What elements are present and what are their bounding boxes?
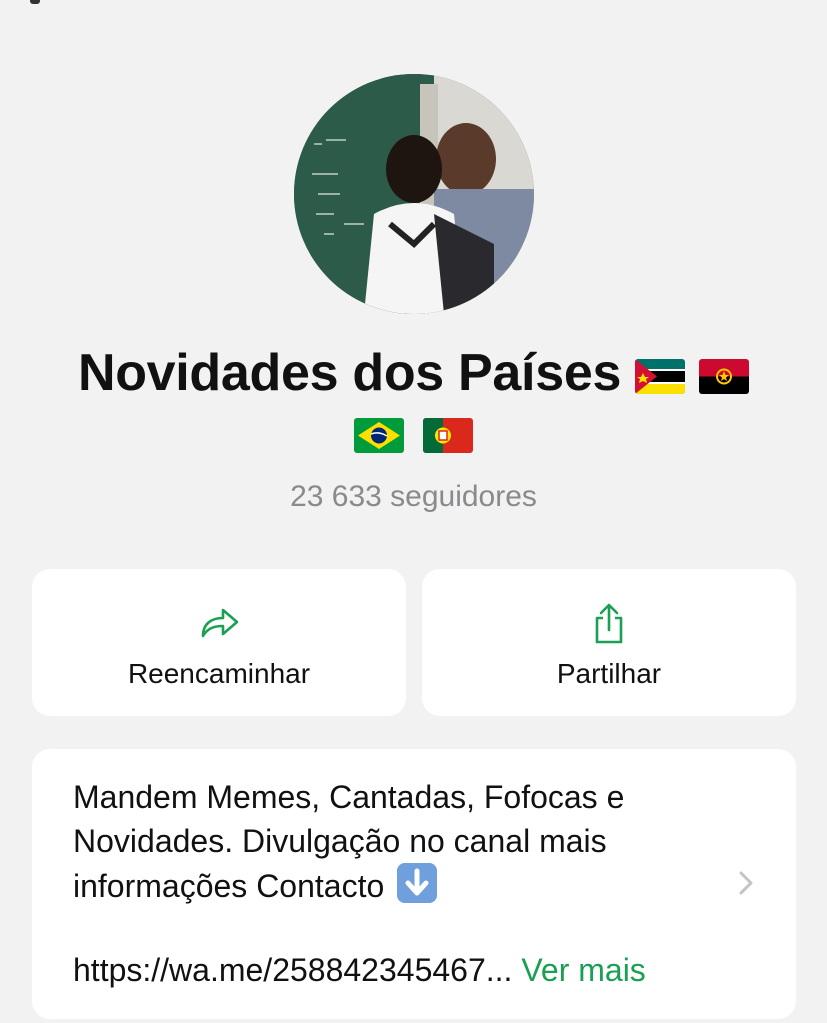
channel-name-text: Novidades dos Países xyxy=(77,344,622,402)
avatar-image xyxy=(294,74,534,314)
chevron-right-icon[interactable] xyxy=(734,867,758,899)
share-label: Partilhar xyxy=(556,658,662,689)
description-body: Mandem Memes, Cantadas, Fofocas e Novida… xyxy=(73,779,625,904)
description-text: Mandem Memes, Cantadas, Fofocas e Novida… xyxy=(73,775,693,908)
down-arrow-emoji-icon xyxy=(397,863,438,903)
angola-flag-icon xyxy=(699,358,750,394)
followers-count: 23 633 seguidores xyxy=(290,480,537,513)
channel-title: Novidades dos Países xyxy=(0,342,827,404)
status-bar-fragment xyxy=(30,0,40,4)
share-icon xyxy=(595,603,623,644)
forward-button[interactable]: Reencaminhar xyxy=(32,569,406,716)
description-link-line: https://wa.me/258842345467... Ver mais xyxy=(73,948,646,992)
share-button[interactable]: Partilhar xyxy=(422,569,796,716)
brazil-flag-icon xyxy=(354,418,405,453)
portugal-flag-icon xyxy=(422,418,473,453)
forward-arrow-icon xyxy=(201,608,239,638)
description-card[interactable]: Mandem Memes, Cantadas, Fofocas e Novida… xyxy=(32,749,796,1019)
forward-label: Reencaminhar xyxy=(127,658,311,689)
flags-row xyxy=(0,418,827,453)
mozambique-flag-icon xyxy=(635,358,686,394)
channel-info-page: Novidades dos Países 23 633 seguidores R… xyxy=(0,0,827,1023)
channel-avatar[interactable] xyxy=(294,74,534,314)
see-more-link[interactable]: Ver mais xyxy=(521,952,645,988)
contact-link[interactable]: https://wa.me/258842345467... xyxy=(73,952,512,988)
